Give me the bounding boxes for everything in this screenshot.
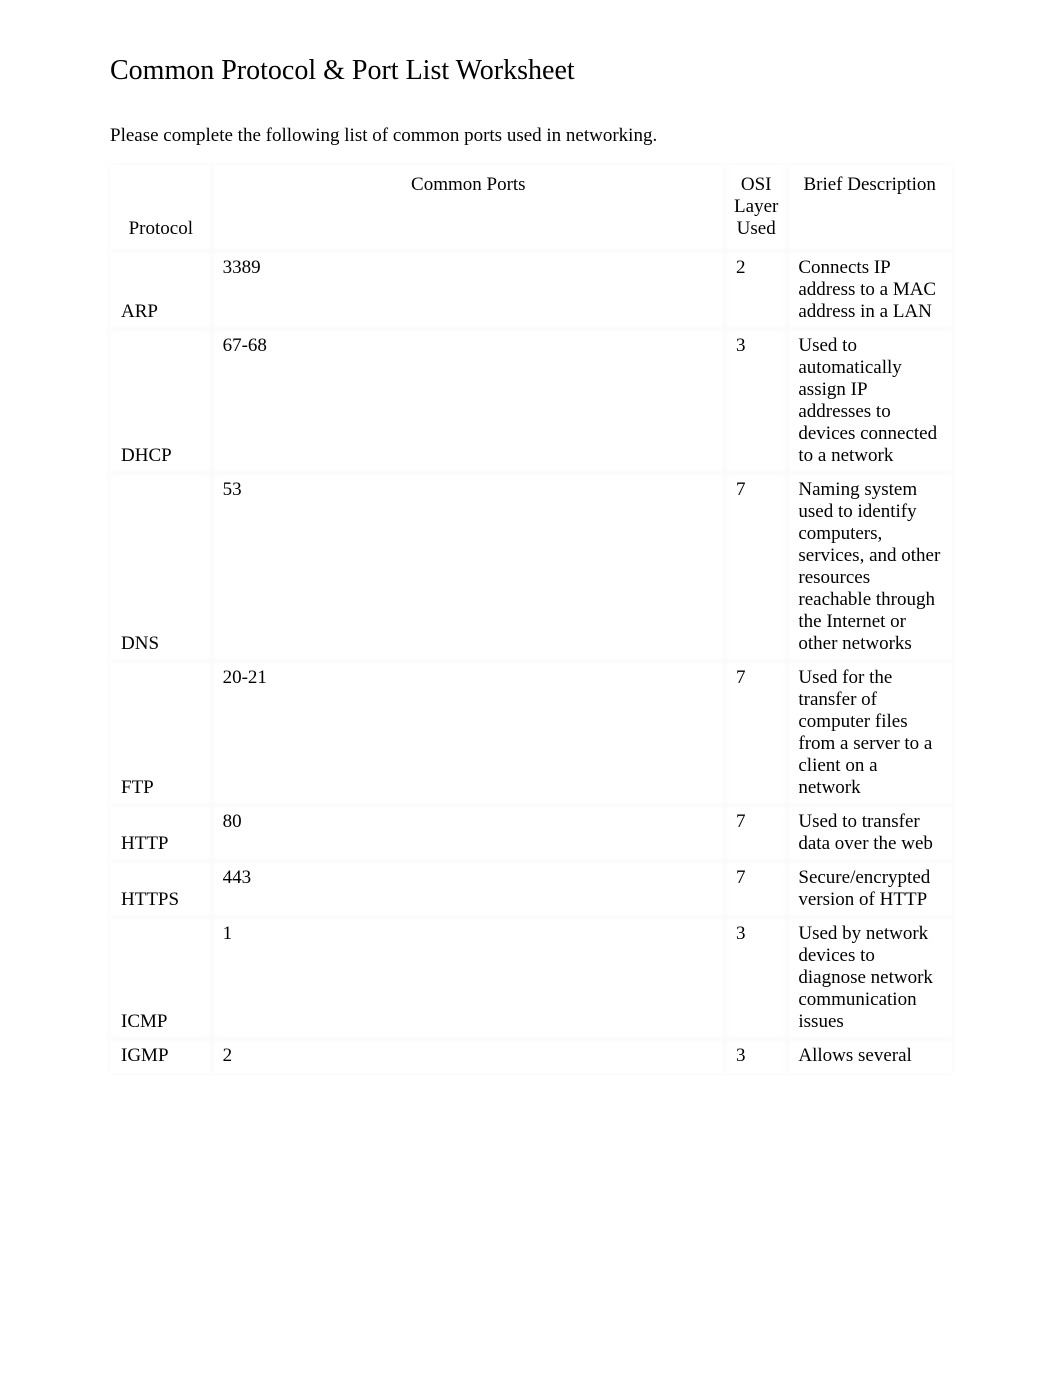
table-row: FTP 20-21 7 Used for the transfer of com…: [110, 661, 952, 805]
cell-desc: Naming system used to identify computers…: [787, 473, 952, 661]
cell-desc: Used for the transfer of computer files …: [787, 661, 952, 805]
table-row: HTTPS 443 7 Secure/encrypted version of …: [110, 861, 952, 917]
table-row: ICMP 1 3 Used by network devices to diag…: [110, 917, 952, 1039]
cell-osi: 3: [725, 1039, 787, 1073]
cell-desc: Used to automatically assign IP addresse…: [787, 329, 952, 473]
cell-ports: 20-21: [212, 661, 725, 805]
cell-protocol: ARP: [110, 251, 212, 329]
page-title: Common Protocol & Port List Worksheet: [110, 55, 952, 87]
cell-ports: 67-68: [212, 329, 725, 473]
cell-osi: 7: [725, 473, 787, 661]
table-header-row: Protocol Common Ports OSI Layer Used Bri…: [110, 165, 952, 251]
cell-protocol: HTTP: [110, 805, 212, 861]
table-row: DNS 53 7 Naming system used to identify …: [110, 473, 952, 661]
cell-osi: 7: [725, 805, 787, 861]
cell-osi: 2: [725, 251, 787, 329]
cell-desc: Used by network devices to diagnose netw…: [787, 917, 952, 1039]
table-row: DHCP 67-68 3 Used to automatically assig…: [110, 329, 952, 473]
cell-osi: 7: [725, 661, 787, 805]
cell-protocol: DNS: [110, 473, 212, 661]
cell-ports: 443: [212, 861, 725, 917]
header-ports: Common Ports: [212, 165, 725, 251]
cell-ports: 1: [212, 917, 725, 1039]
instruction-text: Please complete the following list of co…: [110, 125, 952, 147]
header-desc: Brief Description: [787, 165, 952, 251]
protocol-table: Protocol Common Ports OSI Layer Used Bri…: [110, 165, 952, 1073]
cell-desc: Secure/encrypted version of HTTP: [787, 861, 952, 917]
table-body: ARP 3389 2 Connects IP address to a MAC …: [110, 251, 952, 1073]
cell-protocol: FTP: [110, 661, 212, 805]
cell-osi: 3: [725, 917, 787, 1039]
cell-ports: 80: [212, 805, 725, 861]
cell-protocol: ICMP: [110, 917, 212, 1039]
cell-ports: 2: [212, 1039, 725, 1073]
table-row: ARP 3389 2 Connects IP address to a MAC …: [110, 251, 952, 329]
cell-protocol: HTTPS: [110, 861, 212, 917]
cell-desc: Allows several: [787, 1039, 952, 1073]
cell-ports: 3389: [212, 251, 725, 329]
cell-ports: 53: [212, 473, 725, 661]
cell-osi: 7: [725, 861, 787, 917]
cell-protocol: DHCP: [110, 329, 212, 473]
cell-desc: Used to transfer data over the web: [787, 805, 952, 861]
table-row: HTTP 80 7 Used to transfer data over the…: [110, 805, 952, 861]
cell-osi: 3: [725, 329, 787, 473]
cell-protocol: IGMP: [110, 1039, 212, 1073]
header-osi: OSI Layer Used: [725, 165, 787, 251]
header-protocol: Protocol: [110, 165, 212, 251]
table-row: IGMP 2 3 Allows several: [110, 1039, 952, 1073]
cell-desc: Connects IP address to a MAC address in …: [787, 251, 952, 329]
